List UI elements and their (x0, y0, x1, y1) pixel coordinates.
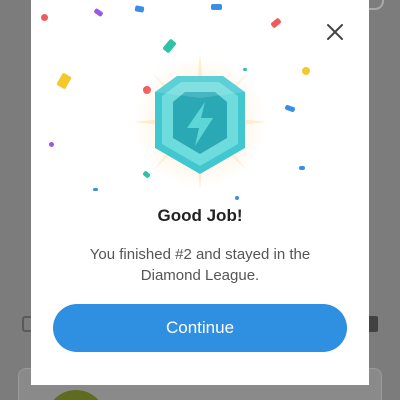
confetti-piece (56, 72, 72, 90)
close-icon (327, 24, 343, 40)
dialog-title: Good Job! (157, 206, 243, 225)
confetti-piece (93, 188, 98, 191)
confetti-piece (41, 14, 48, 21)
confetti-piece (93, 7, 104, 18)
confetti-piece (211, 4, 222, 10)
close-button[interactable] (323, 20, 347, 44)
league-result-dialog: Good Job! You finished #2 and stayed in … (31, 0, 369, 385)
confetti-piece (284, 104, 296, 113)
continue-button[interactable]: Continue (53, 304, 347, 352)
confetti-piece (299, 166, 305, 170)
dialog-message: You finished #2 and stayed in the Diamon… (89, 246, 311, 284)
confetti-piece (270, 17, 282, 29)
confetti-piece (134, 5, 145, 13)
confetti-piece (49, 142, 54, 147)
confetti-piece (302, 67, 310, 75)
league-badge (115, 52, 285, 202)
